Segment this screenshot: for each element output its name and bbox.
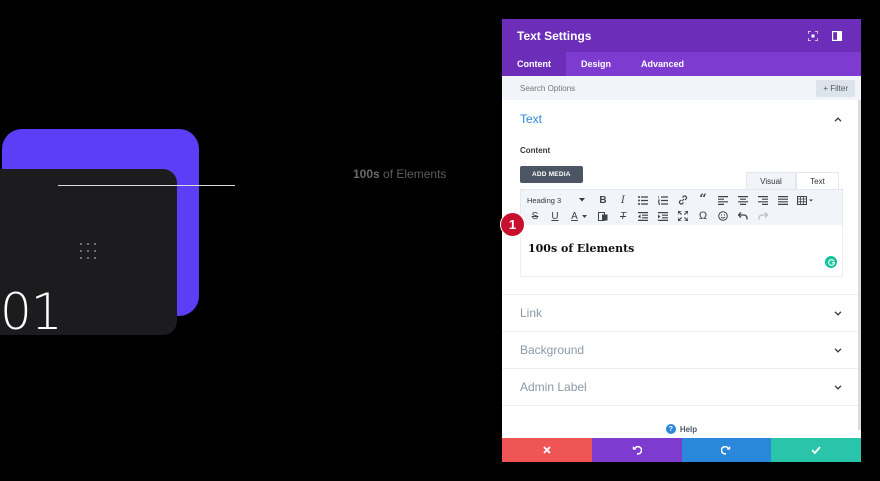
modal-header: Text Settings (502, 19, 861, 52)
section-background-header[interactable]: Background (502, 332, 861, 368)
align-center-icon[interactable] (733, 192, 753, 208)
check-icon (811, 446, 821, 454)
section-background-title: Background (520, 343, 585, 357)
format-select[interactable]: Heading 3 (525, 193, 589, 207)
redo-button[interactable] (681, 438, 772, 462)
section-text-title: Text (520, 112, 543, 126)
undo-icon[interactable] (733, 208, 753, 224)
modal-footer (502, 438, 861, 462)
filter-label: Filter (830, 83, 848, 93)
settings-tabs: Content Design Advanced (502, 52, 861, 76)
grammarly-icon[interactable] (825, 256, 837, 268)
tab-advanced[interactable]: Advanced (626, 52, 699, 76)
underline-icon[interactable]: U (545, 208, 565, 224)
save-button[interactable] (771, 438, 861, 462)
help-label: Help (679, 424, 698, 434)
italic-icon[interactable]: I (613, 192, 633, 208)
align-right-icon[interactable] (753, 192, 773, 208)
chevron-down-icon (833, 308, 843, 318)
modal-title: Text Settings (517, 28, 592, 43)
table-icon[interactable] (793, 192, 817, 208)
content-label: Content (520, 146, 551, 155)
numbered-list-icon[interactable] (653, 192, 673, 208)
step-badge: 1 (500, 212, 525, 237)
tab-content[interactable]: Content (502, 52, 566, 76)
add-media-button[interactable]: ADD MEDIA (520, 166, 583, 183)
preview-heading-rest: of Elements (379, 167, 447, 181)
clear-formatting-icon[interactable]: T (613, 208, 633, 224)
tab-design[interactable]: Design (566, 52, 626, 76)
section-link-header[interactable]: Link (502, 295, 861, 331)
chevron-down-icon (833, 382, 843, 392)
search-row: + Filter (502, 76, 861, 100)
indent-icon[interactable] (653, 208, 673, 224)
chevron-down-icon (833, 345, 843, 355)
blockquote-icon[interactable]: “ (693, 192, 713, 208)
cancel-button[interactable] (502, 438, 592, 462)
section-link-title: Link (520, 306, 543, 320)
help-link[interactable]: ? Help (502, 406, 861, 438)
filter-button[interactable]: + Filter (816, 79, 855, 97)
text-color-icon[interactable]: A (565, 208, 593, 224)
fullscreen-icon[interactable] (804, 27, 822, 45)
divider-line (58, 185, 235, 186)
strikethrough-icon[interactable]: S (525, 208, 545, 224)
editor-content: 100s of Elements (528, 242, 635, 255)
chevron-up-icon (833, 114, 843, 124)
preview-heading[interactable]: 100s of Elements (353, 167, 446, 181)
link-icon[interactable] (673, 192, 693, 208)
search-options-input[interactable] (520, 83, 817, 93)
outdent-icon[interactable] (633, 208, 653, 224)
format-select-value: Heading 3 (527, 195, 562, 205)
preview-heading-bold: 100s (353, 167, 380, 181)
undo-button[interactable] (591, 438, 682, 462)
text-editor-area[interactable]: 100s of Elements (520, 225, 843, 277)
paste-text-icon[interactable] (593, 208, 613, 224)
editor-toolbar: Heading 3 B I “ S U A T Ω (520, 189, 843, 225)
split-view-icon[interactable] (828, 27, 846, 45)
section-admin-label-header[interactable]: Admin Label (502, 369, 861, 405)
canvas-preview: 01 100s of Elements (0, 0, 500, 481)
step-number: 01 (0, 283, 63, 341)
settings-body: Text Content ADD MEDIA Visual Text Headi… (502, 100, 861, 438)
help-icon: ? (665, 424, 676, 434)
scrollbar[interactable] (858, 100, 861, 430)
special-character-icon[interactable]: Ω (693, 208, 713, 224)
justify-icon[interactable] (773, 192, 793, 208)
section-text-header[interactable]: Text (502, 100, 861, 136)
close-icon (543, 446, 551, 454)
redo-icon (721, 445, 731, 455)
emoji-icon[interactable] (713, 208, 733, 224)
section-admin-label-title: Admin Label (520, 380, 587, 394)
tab-text[interactable]: Text (796, 172, 839, 189)
caret-down-icon (579, 198, 585, 202)
bold-icon[interactable]: B (593, 192, 613, 208)
tab-visual[interactable]: Visual (746, 172, 796, 189)
redo-icon[interactable] (753, 208, 773, 224)
align-left-icon[interactable] (713, 192, 733, 208)
bullet-list-icon[interactable] (633, 192, 653, 208)
editor-top: ADD MEDIA Visual Text (520, 161, 843, 189)
text-settings-modal: Text Settings Content Design Advanced + … (502, 19, 861, 462)
undo-icon (632, 445, 642, 455)
grid-dots-icon (80, 243, 98, 261)
fullscreen-editor-icon[interactable] (673, 208, 693, 224)
